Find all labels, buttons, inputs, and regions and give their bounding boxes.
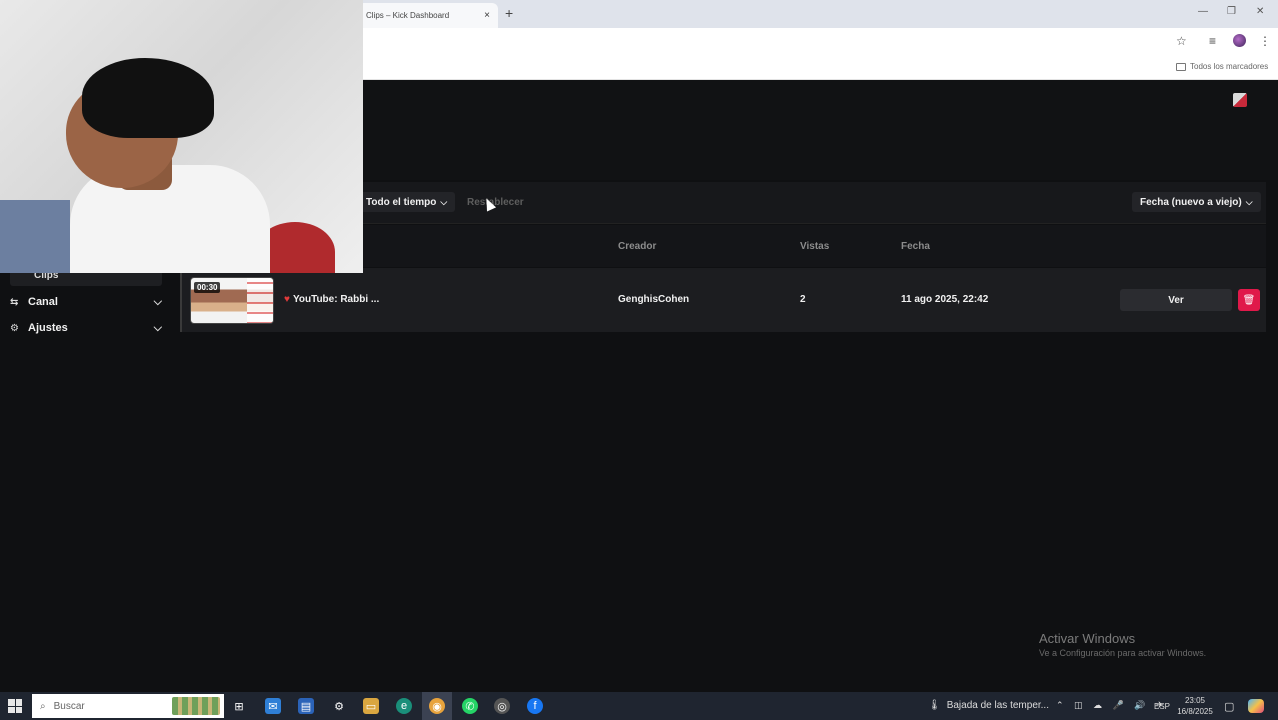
chevron-down-icon: ⌵ [1245,196,1253,207]
webcam-overlay [0,0,363,273]
clip-date: 11 ago 2025, 22:42 [901,294,989,305]
browser-tab[interactable]: Clips – Kick Dashboard × [358,3,498,28]
file-explorer-icon[interactable]: ▭ [363,698,379,714]
thumbnail-sidebar [247,278,273,323]
new-tab-button[interactable]: + [505,5,513,21]
search-placeholder: Buscar [53,700,85,712]
time-range-label: Todo el tiempo [366,196,437,208]
clock[interactable]: 23:05 16/8/2025 [1174,695,1216,717]
mail-icon[interactable]: ✉ [265,698,281,714]
clock-date: 16/8/2025 [1177,707,1213,716]
sidebar-item-label: Ajustes [28,322,68,334]
sort-label: Fecha (nuevo a viejo) [1140,196,1242,208]
window-close-icon[interactable]: ✕ [1256,6,1264,17]
sort-dropdown[interactable]: Fecha (nuevo a viejo) ⌵ [1132,192,1261,212]
copilot-icon[interactable] [1248,699,1264,713]
task-view-icon[interactable]: ⊞ [231,698,247,714]
clock-time: 23:05 [1184,696,1206,705]
time-range-dropdown[interactable]: Todo el tiempo ⌵ [358,192,456,212]
language-indicator[interactable]: ESP [1154,702,1170,711]
gear-icon: ⚙ [10,322,19,334]
restore-icon[interactable]: ❐ [1227,6,1236,17]
screen: Clips – Kick Dashboard × + — ❐ ✕ ☆ ≡ ⋮ T… [0,0,1278,720]
sidebar-item-label: Canal [28,296,58,308]
trash-icon: 🗑 [1242,294,1256,306]
menu-kebab-icon[interactable]: ⋮ [1259,34,1271,48]
profile-avatar[interactable] [1233,34,1246,47]
windows-start-icon[interactable] [8,699,22,713]
folder-icon [1176,62,1186,71]
webcam-background-object [0,200,70,273]
facebook-icon[interactable]: f [527,698,543,714]
weather-widget[interactable]: 🌡 Bajada de las temper... [928,700,1049,711]
webcam-person-hair [82,58,214,138]
sidebar-item-channel[interactable]: ⇆ Canal ⌵ [10,291,162,313]
chrome-profile-icon[interactable]: ◎ [494,698,510,714]
column-header-date[interactable]: Fecha [901,241,930,252]
activation-watermark-title: Activar Windows [1039,631,1136,646]
whatsapp-icon[interactable]: ✆ [462,698,478,714]
store-icon[interactable]: ▤ [298,698,314,714]
sidebar-item-settings[interactable]: ⚙ Ajustes ⌵ [10,317,162,339]
search-highlight-image [172,697,220,715]
thermometer-icon: 🌡 [928,700,941,711]
clip-duration: 00:30 [194,282,221,293]
activation-watermark-subtitle: Ve a Configuración para activar Windows. [1039,648,1207,658]
clip-creator[interactable]: GenghisCohen [618,294,689,305]
user-avatar[interactable] [1233,93,1247,107]
chevron-down-icon: ⌵ [153,295,162,308]
chevron-down-icon: ⌵ [440,196,448,207]
column-header-views[interactable]: Vistas [800,241,829,252]
clip-title[interactable]: ♥ YouTube: Rabbi ... [284,294,379,305]
delete-clip-button[interactable]: 🗑 [1238,289,1260,311]
channel-icon: ⇆ [10,296,19,308]
reset-filters-button[interactable]: Restablecer [459,192,532,212]
all-bookmarks-label: Todos los marcadores [1190,62,1269,71]
tab-title: Clips – Kick Dashboard [366,11,450,20]
heart-icon: ♥ [284,294,290,305]
view-clip-button[interactable]: Ver [1120,289,1232,311]
chevron-down-icon: ⌵ [153,321,162,334]
minimize-icon[interactable]: — [1198,6,1208,17]
tab-close-icon[interactable]: × [484,10,490,21]
settings-icon[interactable]: ⚙ [331,698,347,714]
system-tray-icons[interactable]: ⌃ ◫ ☁ 🎤 🔊 ✈ [1056,700,1168,711]
clip-views: 2 [800,294,806,305]
media-controls-icon[interactable]: ≡ [1209,34,1216,48]
chrome-icon[interactable]: ◉ [429,698,445,714]
bookmark-star-icon[interactable]: ☆ [1176,34,1187,48]
clip-title-text: YouTube: Rabbi ... [292,294,380,305]
notifications-icon[interactable]: ▢ [1224,700,1234,713]
search-icon: ⌕ [40,700,46,712]
edge-icon[interactable]: e [396,698,412,714]
weather-text: Bajada de las temper... [946,700,1049,711]
all-bookmarks-button[interactable]: Todos los marcadores [1176,62,1268,71]
column-header-creator[interactable]: Creador [618,241,656,252]
